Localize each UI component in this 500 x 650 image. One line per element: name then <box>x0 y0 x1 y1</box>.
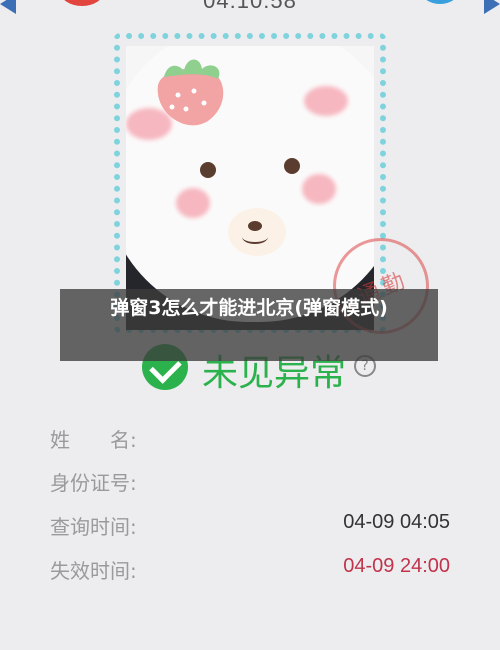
strawberry-icon <box>157 59 224 126</box>
status-time: 04:10:58 <box>203 0 297 13</box>
expire-time-row: 失效时间: 04-09 24:00 <box>50 555 460 585</box>
bear-mouth <box>242 230 268 244</box>
top-status-bar: 04:10:58 <box>0 0 500 14</box>
expire-time-value: 04-09 24:00 <box>343 555 450 577</box>
bear-eye-left <box>200 162 216 178</box>
query-time-label: 查询时间: <box>50 515 137 539</box>
id-number-label: 身份证号: <box>50 471 137 495</box>
name-row: 姓 名: <box>50 424 460 454</box>
bear-cheek-right <box>302 174 336 204</box>
id-number-row: 身份证号: <box>50 467 460 497</box>
bear-eye-right <box>284 158 300 174</box>
name-label: 姓 名: <box>50 428 137 452</box>
bear-cheek-left <box>176 188 210 218</box>
expire-time-label: 失效时间: <box>50 559 137 583</box>
query-time-row: 查询时间: 04-09 04:05 <box>50 511 460 541</box>
title-overlay: 弹窗3怎么才能进北京(弹窗模式) <box>60 289 438 361</box>
overlay-title: 弹窗3怎么才能进北京(弹窗模式) <box>110 297 388 319</box>
forward-arrow-icon[interactable] <box>484 0 500 14</box>
bear-blush-top-right <box>304 86 348 116</box>
query-time-value: 04-09 04:05 <box>343 511 450 533</box>
